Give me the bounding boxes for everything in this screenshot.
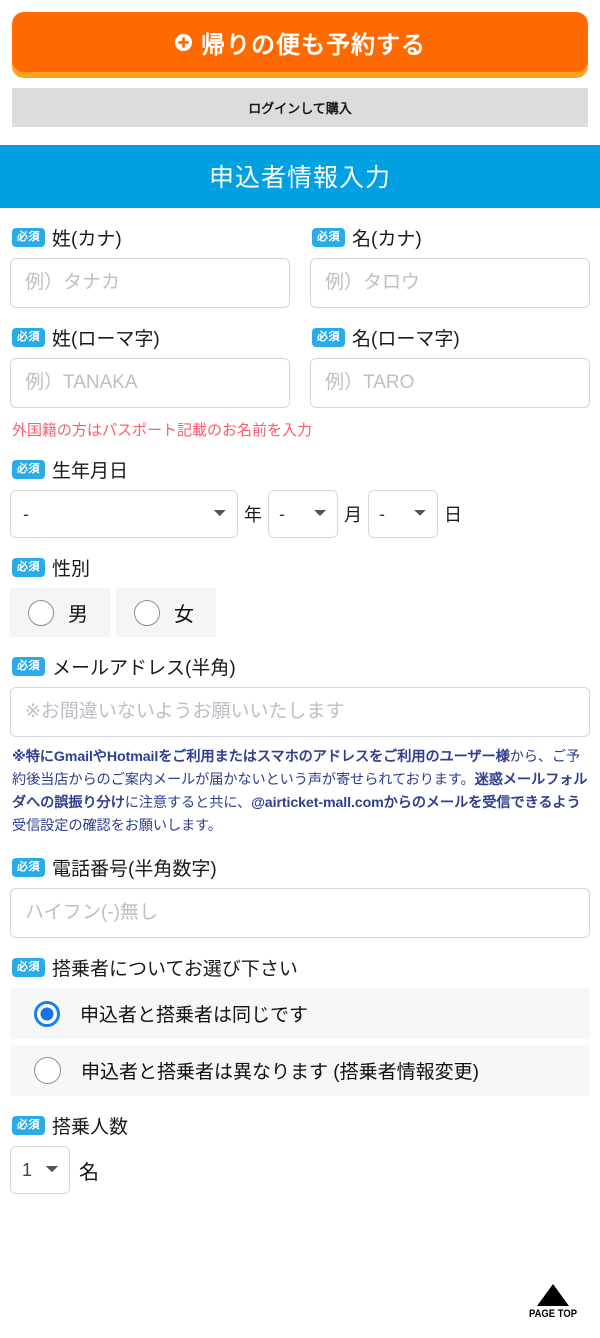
birth-year-select[interactable]: - [10,490,238,538]
kana-name-row: 必須 姓(カナ) 必須 名(カナ) [10,208,590,308]
surname-kana-label-text: 姓(カナ) [52,229,122,250]
surname-roman-label-text: 姓(ローマ字) [52,329,160,350]
surname-kana-label: 必須 姓(カナ) [12,224,290,251]
surname-kana-group: 必須 姓(カナ) [10,208,290,308]
passenger-count-label-text: 搭乗人数 [52,1117,129,1138]
birthdate-label-text: 生年月日 [52,461,129,482]
gender-options: 男 女 [10,588,590,637]
passenger-count-label: 必須 搭乗人数 [12,1112,590,1139]
birth-day-select[interactable]: - [368,490,438,538]
givenname-kana-label-text: 名(カナ) [352,229,422,250]
page-title: 申込者情報入力 [0,145,600,208]
givenname-roman-group: 必須 名(ローマ字) [310,308,590,408]
gender-option-female-label: 女 [174,604,194,626]
gender-label-text: 性別 [52,559,91,580]
surname-kana-input[interactable] [10,258,290,308]
login-bar-container: ログインして購入 [0,72,600,127]
surname-roman-group: 必須 姓(ローマ字) [10,308,290,408]
birth-month-unit: 月 [344,505,362,525]
givenname-roman-label-text: 名(ローマ字) [352,329,460,350]
passenger-choice-options: 申込者と搭乗者は同じです 申込者と搭乗者は異なります (搭乗者情報変更) [10,988,590,1096]
birth-year-unit: 年 [244,505,262,525]
page-top-button[interactable]: PAGE TOP [520,1284,586,1320]
birthdate-label: 必須 生年月日 [12,456,590,483]
phone-label: 必須 電話番号(半角数字) [12,854,590,881]
email-warning-text: ※特にGmailやHotmailをご利用またはスマホのアドレスをご利用のユーザー… [12,749,588,834]
login-purchase-button[interactable]: ログインして購入 [12,88,588,127]
required-badge: 必須 [12,228,45,247]
required-badge: 必須 [312,228,345,247]
roman-name-row: 必須 姓(ローマ字) 必須 名(ローマ字) [10,308,590,408]
givenname-kana-input[interactable] [310,258,590,308]
page-top-label: PAGE TOP [528,1308,577,1320]
required-badge: 必須 [12,958,45,977]
gender-option-male[interactable]: 男 [10,588,110,637]
passenger-count-row: 1 名 [10,1146,590,1194]
radio-unselected-icon [34,1057,61,1084]
email-label: 必須 メールアドレス(半角) [12,653,590,680]
surname-roman-label: 必須 姓(ローマ字) [12,324,290,351]
radio-unselected-icon [134,599,160,626]
passenger-count-select[interactable]: 1 [10,1146,70,1194]
required-badge: 必須 [12,657,45,676]
required-badge: 必須 [12,328,45,347]
return-flight-button-container: 帰りの便も予約する [0,0,600,72]
passport-name-note: 外国籍の方はパスポート記載のお名前を入力 [12,422,313,439]
email-input[interactable] [10,687,590,737]
birth-month-select[interactable]: - [268,490,338,538]
required-badge: 必須 [12,858,45,877]
passenger-choice-same[interactable]: 申込者と搭乗者は同じです [10,988,590,1039]
passenger-choice-label: 必須 搭乗者についてお選び下さい [12,954,590,981]
gender-option-male-label: 男 [68,604,88,626]
plus-circle-icon [174,33,193,52]
email-label-text: メールアドレス(半角) [52,658,236,679]
surname-roman-input[interactable] [10,358,290,408]
required-badge: 必須 [12,1116,45,1135]
passenger-choice-label-text: 搭乗者についてお選び下さい [52,959,298,980]
required-badge: 必須 [12,460,45,479]
applicant-form: 必須 姓(カナ) 必須 名(カナ) 必須 姓(ローマ字) 必須 名(ローマ字) [0,208,600,1194]
passenger-choice-different-label: 申込者と搭乗者は異なります (搭乗者情報変更) [81,1062,479,1083]
return-flight-button[interactable]: 帰りの便も予約する [12,12,588,72]
givenname-kana-group: 必須 名(カナ) [310,208,590,308]
givenname-kana-label: 必須 名(カナ) [312,224,590,251]
required-badge: 必須 [12,558,45,577]
passenger-count-unit: 名 [79,1161,99,1184]
phone-input[interactable] [10,888,590,938]
phone-label-text: 電話番号(半角数字) [52,859,217,880]
return-flight-button-label: 帰りの便も予約する [201,31,426,59]
radio-unselected-icon [28,599,54,626]
required-badge: 必須 [312,328,345,347]
passenger-choice-different[interactable]: 申込者と搭乗者は異なります (搭乗者情報変更) [10,1045,590,1096]
birth-day-unit: 日 [444,505,462,525]
givenname-roman-input[interactable] [310,358,590,408]
birthdate-row: - 年 - 月 - 日 [10,490,590,538]
triangle-up-icon [537,1284,569,1306]
passenger-choice-same-label: 申込者と搭乗者は同じです [80,1005,309,1026]
gender-label: 必須 性別 [12,554,590,581]
gender-option-female[interactable]: 女 [116,588,216,637]
radio-selected-icon [34,1000,60,1027]
givenname-roman-label: 必須 名(ローマ字) [312,324,590,351]
